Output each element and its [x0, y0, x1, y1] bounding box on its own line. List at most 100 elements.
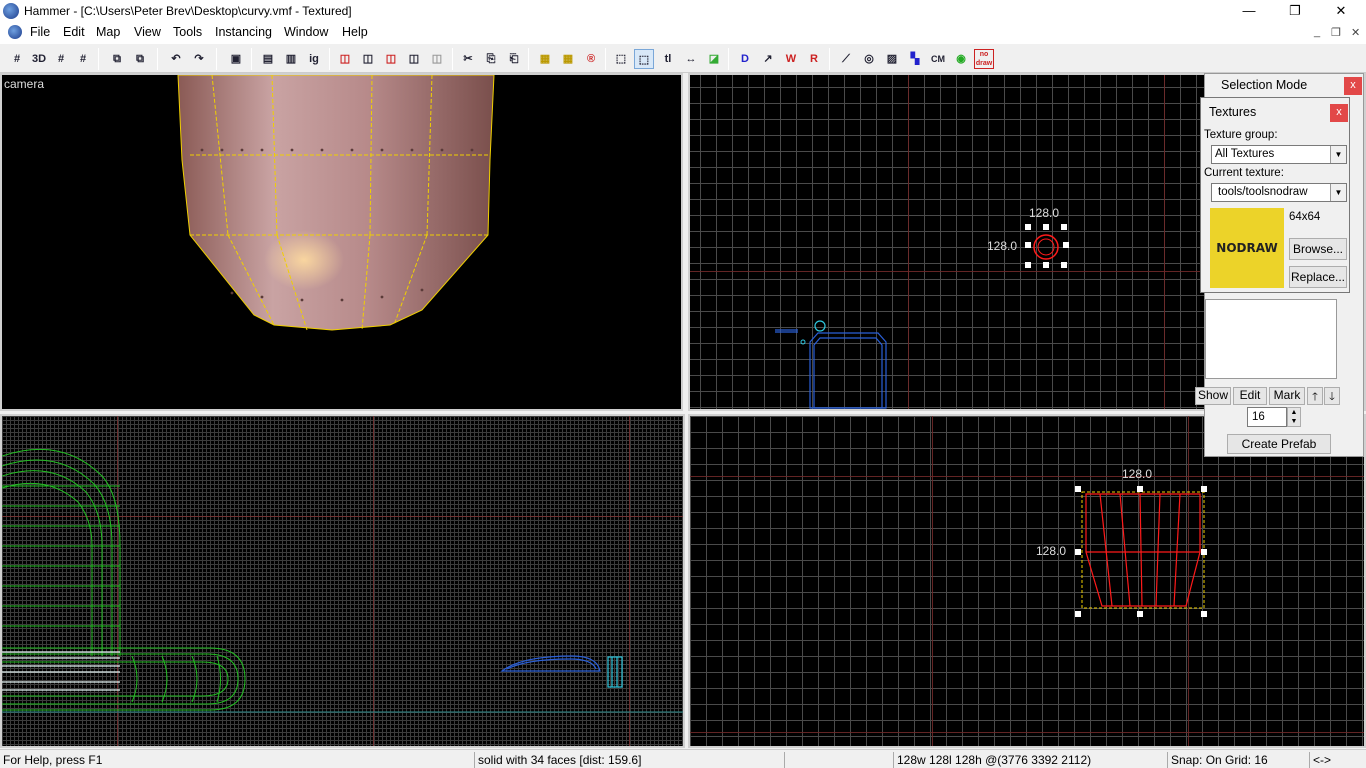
- resize-handle[interactable]: [1201, 486, 1207, 492]
- textures-close-button[interactable]: x: [1330, 104, 1348, 122]
- block-tool-icon[interactable]: ▚: [905, 49, 925, 69]
- copy-icon[interactable]: ⎘: [481, 49, 501, 69]
- menu-instancing[interactable]: Instancing: [215, 25, 272, 39]
- prefab-spin-input[interactable]: 16: [1247, 407, 1287, 427]
- clip-tool-icon[interactable]: ↗: [758, 49, 778, 69]
- chevron-down-icon: ▼: [1330, 146, 1346, 163]
- selection-tool-icon[interactable]: ⬚: [634, 49, 654, 69]
- close-button[interactable]: ✕: [1318, 0, 1364, 22]
- side-width-dimension: 128.0: [1122, 467, 1153, 481]
- resize-handle[interactable]: [1061, 262, 1067, 268]
- mark-button[interactable]: Mark: [1269, 387, 1305, 405]
- menu-view[interactable]: View: [134, 25, 161, 39]
- move-up-button[interactable]: 🡑: [1307, 387, 1323, 405]
- edit-button[interactable]: Edit: [1233, 387, 1267, 405]
- camera-viewport[interactable]: camera: [0, 73, 683, 411]
- textured-object-render: [177, 75, 495, 331]
- select-all-icon[interactable]: ⬚: [611, 49, 631, 69]
- redo-icon[interactable]: ↷: [189, 49, 209, 69]
- spin-buttons[interactable]: ▲ ▼: [1287, 407, 1301, 427]
- hide-selected-icon[interactable]: ▤: [258, 49, 278, 69]
- cordon-edit-icon[interactable]: ◫: [358, 49, 378, 69]
- resize-handle[interactable]: [1025, 262, 1031, 268]
- status-size: 128w 128l 128h @(3776 3392 2112): [893, 752, 1167, 768]
- menu-edit[interactable]: Edit: [63, 25, 85, 39]
- browse-button[interactable]: Browse...: [1289, 238, 1347, 260]
- cubemap-button[interactable]: CM: [928, 49, 948, 69]
- mdi-close-button[interactable]: ✕: [1351, 26, 1360, 39]
- texture-group-dropdown[interactable]: All Textures ▼: [1211, 145, 1347, 164]
- overlay-icon[interactable]: ◎: [859, 49, 879, 69]
- mdi-minimize-button[interactable]: _: [1314, 26, 1320, 38]
- decal-icon[interactable]: ⟋: [836, 49, 856, 69]
- larger-grid-icon[interactable]: #: [73, 49, 93, 69]
- texture-lock-icon[interactable]: ◫: [427, 49, 447, 69]
- side-height-dimension: 128.0: [1036, 544, 1067, 558]
- status-help: For Help, press F1: [3, 753, 103, 767]
- paste-icon[interactable]: ⎗: [504, 49, 524, 69]
- maximize-button[interactable]: ❐: [1272, 0, 1318, 22]
- resize-handle[interactable]: [1075, 549, 1081, 555]
- resize-handle[interactable]: [1063, 242, 1069, 248]
- resize-handle[interactable]: [1061, 224, 1067, 230]
- menu-file[interactable]: File: [30, 25, 50, 39]
- nodraw-button[interactable]: no draw: [974, 49, 994, 69]
- hazard-icon[interactable]: ▦: [535, 49, 555, 69]
- menu-tools[interactable]: Tools: [173, 25, 202, 39]
- replace-button[interactable]: Replace...: [1289, 266, 1347, 288]
- resize-handle[interactable]: [1137, 611, 1143, 617]
- texture-application-icon[interactable]: ▨: [882, 49, 902, 69]
- selection-mode-close-button[interactable]: x: [1344, 77, 1362, 95]
- ignore-groups-icon[interactable]: ig: [304, 49, 324, 69]
- hide-unselected-icon[interactable]: ▥: [281, 49, 301, 69]
- window-title: Hammer - [C:\Users\Peter Brev\Desktop\cu…: [24, 4, 352, 18]
- visgroup-list[interactable]: [1205, 299, 1337, 379]
- show-button[interactable]: Show: [1195, 387, 1231, 405]
- undo-icon[interactable]: ↶: [166, 49, 186, 69]
- resize-handle[interactable]: [1137, 486, 1143, 492]
- textures-title: Textures: [1209, 105, 1257, 119]
- resize-handle[interactable]: [1201, 611, 1207, 617]
- wireframe-icon[interactable]: W: [781, 49, 801, 69]
- smaller-grid-icon[interactable]: #: [51, 49, 71, 69]
- 3d-grid-icon[interactable]: 3D: [29, 49, 49, 69]
- resize-handle[interactable]: [1025, 224, 1031, 230]
- ungroup-icon[interactable]: ⧉: [130, 49, 150, 69]
- toggle-cordon-icon[interactable]: ◫: [381, 49, 401, 69]
- front-2d-viewport[interactable]: [0, 414, 685, 748]
- texture-preview[interactable]: NODRAW: [1210, 208, 1284, 288]
- resize-handle[interactable]: [1075, 611, 1081, 617]
- current-texture-dropdown[interactable]: tools/toolsnodraw ▼: [1211, 183, 1347, 202]
- displacement-icon[interactable]: D: [735, 49, 755, 69]
- move-icon[interactable]: ↔: [681, 49, 701, 69]
- resize-handle[interactable]: [1043, 224, 1049, 230]
- grid-toggle-icon[interactable]: #: [7, 49, 27, 69]
- mdi-restore-button[interactable]: ❐: [1331, 26, 1341, 39]
- document-icon[interactable]: [8, 25, 22, 39]
- side-2d-viewport[interactable]: 128.0 128.0: [688, 414, 1366, 748]
- current-texture-value: tools/toolsnodraw: [1218, 186, 1308, 198]
- current-texture-label: Current texture:: [1204, 167, 1284, 179]
- menu-window[interactable]: Window: [284, 25, 328, 39]
- menu-help[interactable]: Help: [342, 25, 368, 39]
- group-icon[interactable]: ⧉: [107, 49, 127, 69]
- move-down-button[interactable]: 🡓: [1324, 387, 1340, 405]
- resize-handle[interactable]: [1201, 549, 1207, 555]
- menu-map[interactable]: Map: [96, 25, 120, 39]
- cordon-icon[interactable]: ◫: [335, 49, 355, 69]
- create-prefab-button[interactable]: Create Prefab: [1227, 434, 1331, 454]
- entity-tool-icon[interactable]: ◉: [951, 49, 971, 69]
- status-blank: [784, 752, 892, 768]
- resize-handle[interactable]: [1043, 262, 1049, 268]
- run-map-icon[interactable]: ®: [581, 49, 601, 69]
- cut-icon[interactable]: ✂: [458, 49, 478, 69]
- render-icon[interactable]: R: [804, 49, 824, 69]
- minimize-button[interactable]: —: [1226, 0, 1272, 22]
- autosize-icon[interactable]: ◫: [404, 49, 424, 69]
- resize-handle[interactable]: [1025, 242, 1031, 248]
- carve-icon[interactable]: ▣: [226, 49, 246, 69]
- vertex-tool-icon[interactable]: ◪: [704, 49, 724, 69]
- hazard-alt-icon[interactable]: ▦: [558, 49, 578, 69]
- texture-tool-icon[interactable]: tl: [658, 49, 678, 69]
- resize-handle[interactable]: [1075, 486, 1081, 492]
